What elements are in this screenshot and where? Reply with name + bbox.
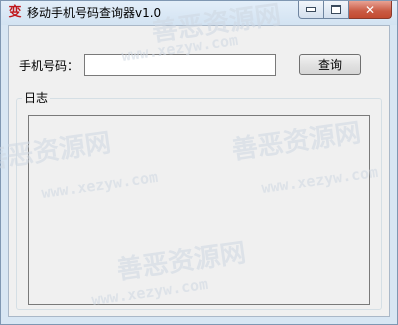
query-button[interactable]: 查询 xyxy=(299,54,361,75)
maximize-button[interactable] xyxy=(324,1,349,19)
app-window: 变 移动手机号码查询器v1.0 ✕ 手机号码： 查询 日志 善恶资源网 www.… xyxy=(0,0,398,325)
window-controls: ✕ xyxy=(298,1,392,20)
log-textarea[interactable] xyxy=(28,115,370,305)
window-title: 移动手机号码查询器v1.0 xyxy=(27,6,162,20)
title-bar[interactable]: 变 移动手机号码查询器v1.0 ✕ xyxy=(1,1,397,25)
close-icon: ✕ xyxy=(364,2,376,17)
close-button[interactable]: ✕ xyxy=(349,1,392,19)
client-area: 手机号码： 查询 日志 xyxy=(8,25,390,317)
log-legend: 日志 xyxy=(22,91,51,105)
phone-number-input[interactable] xyxy=(84,54,276,76)
minimize-icon xyxy=(306,7,316,12)
app-icon: 变 xyxy=(8,5,22,20)
minimize-button[interactable] xyxy=(298,1,324,19)
phone-number-label: 手机号码： xyxy=(19,59,80,73)
maximize-icon xyxy=(331,5,341,14)
log-groupbox: 日志 xyxy=(16,91,382,310)
